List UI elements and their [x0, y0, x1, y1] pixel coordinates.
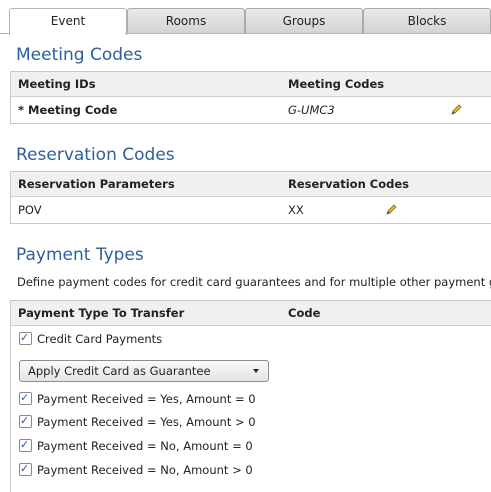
table-header: Reservation Parameters Reservation Codes: [11, 172, 491, 197]
column-header-reservation-codes: Reservation Codes: [288, 177, 409, 191]
payment-types-table: Payment Type To Transfer Code Credit Car…: [10, 300, 491, 492]
tab-rooms[interactable]: Rooms: [127, 8, 245, 33]
checkmark-icon[interactable]: [19, 461, 32, 477]
column-header-payment-type: Payment Type To Transfer: [18, 306, 185, 320]
payment-option-label: Payment Received = Yes, Amount = 0: [37, 392, 256, 406]
reservation-parameter-label: POV: [18, 203, 42, 217]
table-header: Payment Type To Transfer Code: [11, 301, 491, 326]
triangle-down-icon: [253, 369, 259, 373]
tab-event[interactable]: Event: [9, 8, 127, 35]
column-header-reservation-parameters: Reservation Parameters: [18, 177, 175, 191]
meeting-code-label: * Meeting Code: [18, 103, 118, 117]
table-row: * Meeting Code G-UMC3: [11, 97, 491, 124]
reservation-code-value: XX: [288, 203, 304, 217]
pencil-icon[interactable]: [385, 204, 397, 216]
checkmark-icon[interactable]: [19, 390, 32, 406]
pencil-icon[interactable]: [450, 104, 462, 116]
payment-option-label: Payment Received = No, Amount = 0: [37, 439, 253, 453]
payment-types-description: Define payment codes for credit card gua…: [17, 275, 491, 289]
meeting-code-value: G-UMC3: [288, 103, 335, 117]
column-header-meeting-ids: Meeting IDs: [18, 77, 96, 91]
credit-card-payments-label: Credit Card Payments: [37, 332, 163, 346]
column-header-meeting-codes: Meeting Codes: [288, 77, 385, 91]
payment-types-title: Payment Types: [16, 245, 144, 265]
reservation-codes-table: Reservation Parameters Reservation Codes…: [10, 171, 491, 224]
payment-option-checkbox[interactable]: Payment Received = Yes, Amount > 0: [19, 413, 256, 432]
payment-option-checkbox[interactable]: Payment Received = Yes, Amount = 0: [19, 390, 256, 409]
checkmark-icon[interactable]: [19, 330, 32, 346]
reservation-codes-title: Reservation Codes: [16, 145, 175, 165]
payment-option-label: Payment Received = Yes, Amount > 0: [37, 415, 256, 429]
payment-option-checkbox[interactable]: Payment Received = No, Amount > 0: [19, 461, 253, 480]
checkmark-icon[interactable]: [19, 413, 32, 429]
credit-card-payments-checkbox[interactable]: Credit Card Payments: [19, 330, 163, 349]
tab-groups[interactable]: Groups: [245, 8, 363, 33]
meeting-codes-table: Meeting IDs Meeting Codes * Meeting Code…: [10, 71, 491, 124]
tab-bar: Event Rooms Groups Blocks: [9, 8, 491, 35]
checkmark-icon[interactable]: [19, 437, 32, 453]
meeting-codes-title: Meeting Codes: [16, 45, 143, 65]
dropdown-value: Apply Credit Card as Guarantee: [28, 364, 211, 378]
table-header: Meeting IDs Meeting Codes: [11, 72, 491, 97]
table-row: POV XX: [11, 197, 491, 224]
payment-option-label: Payment Received = No, Amount > 0: [37, 463, 253, 477]
column-header-code: Code: [288, 306, 321, 320]
tab-blocks[interactable]: Blocks: [363, 8, 491, 33]
payment-option-checkbox[interactable]: Payment Received = No, Amount = 0: [19, 437, 253, 456]
guarantee-dropdown[interactable]: Apply Credit Card as Guarantee: [19, 360, 269, 382]
